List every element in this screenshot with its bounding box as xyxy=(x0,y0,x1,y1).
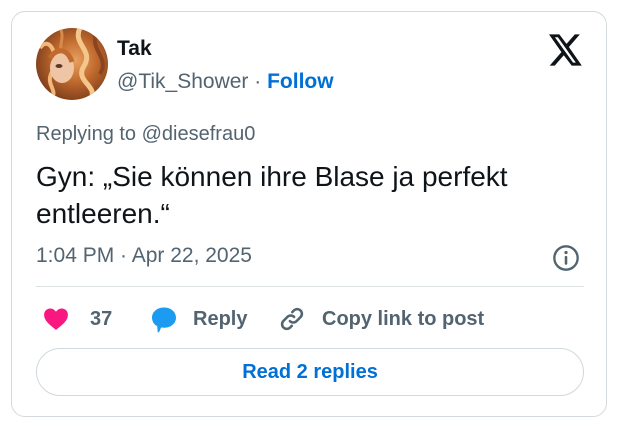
separator-dot: · xyxy=(254,70,262,93)
author-handle-row: @Tik_Shower · Follow xyxy=(117,70,334,94)
replying-to-handle[interactable]: @diesefrau0 xyxy=(142,123,256,145)
x-logo-icon[interactable] xyxy=(549,34,583,66)
tweet-timestamp[interactable]: 1:04 PM · Apr 22, 2025 xyxy=(36,244,252,268)
reply-button[interactable]: Reply xyxy=(149,298,247,340)
follow-button[interactable]: Follow xyxy=(267,70,334,93)
author-handle[interactable]: @Tik_Shower xyxy=(117,70,248,93)
copy-link-button[interactable]: Copy link to post xyxy=(278,298,484,340)
read-replies-button[interactable]: Read 2 replies xyxy=(36,348,584,396)
reply-label: Reply xyxy=(193,307,248,330)
tweet-text: Gyn: „Sie können ihre Blase ja perfekt e… xyxy=(36,161,508,229)
copy-link-label: Copy link to post xyxy=(322,307,485,330)
avatar[interactable] xyxy=(36,28,108,100)
read-replies-label: Read 2 replies xyxy=(242,360,378,383)
avatar-image xyxy=(36,28,108,100)
heart-icon xyxy=(44,308,68,330)
like-count: 37 xyxy=(90,307,113,330)
info-icon[interactable] xyxy=(552,244,580,272)
action-bar: 37 Reply Copy link to post xyxy=(36,298,584,340)
like-button[interactable]: 37 xyxy=(42,298,112,340)
speech-bubble-icon xyxy=(152,307,176,333)
author-name[interactable]: Tak xyxy=(117,37,152,61)
tweet-card: Tak @Tik_Shower · Follow Replying to @di… xyxy=(11,11,607,417)
replying-to: Replying to @diesefrau0 xyxy=(36,123,255,146)
replying-to-label: Replying to xyxy=(36,123,137,145)
divider xyxy=(36,286,584,287)
link-icon xyxy=(280,307,304,331)
